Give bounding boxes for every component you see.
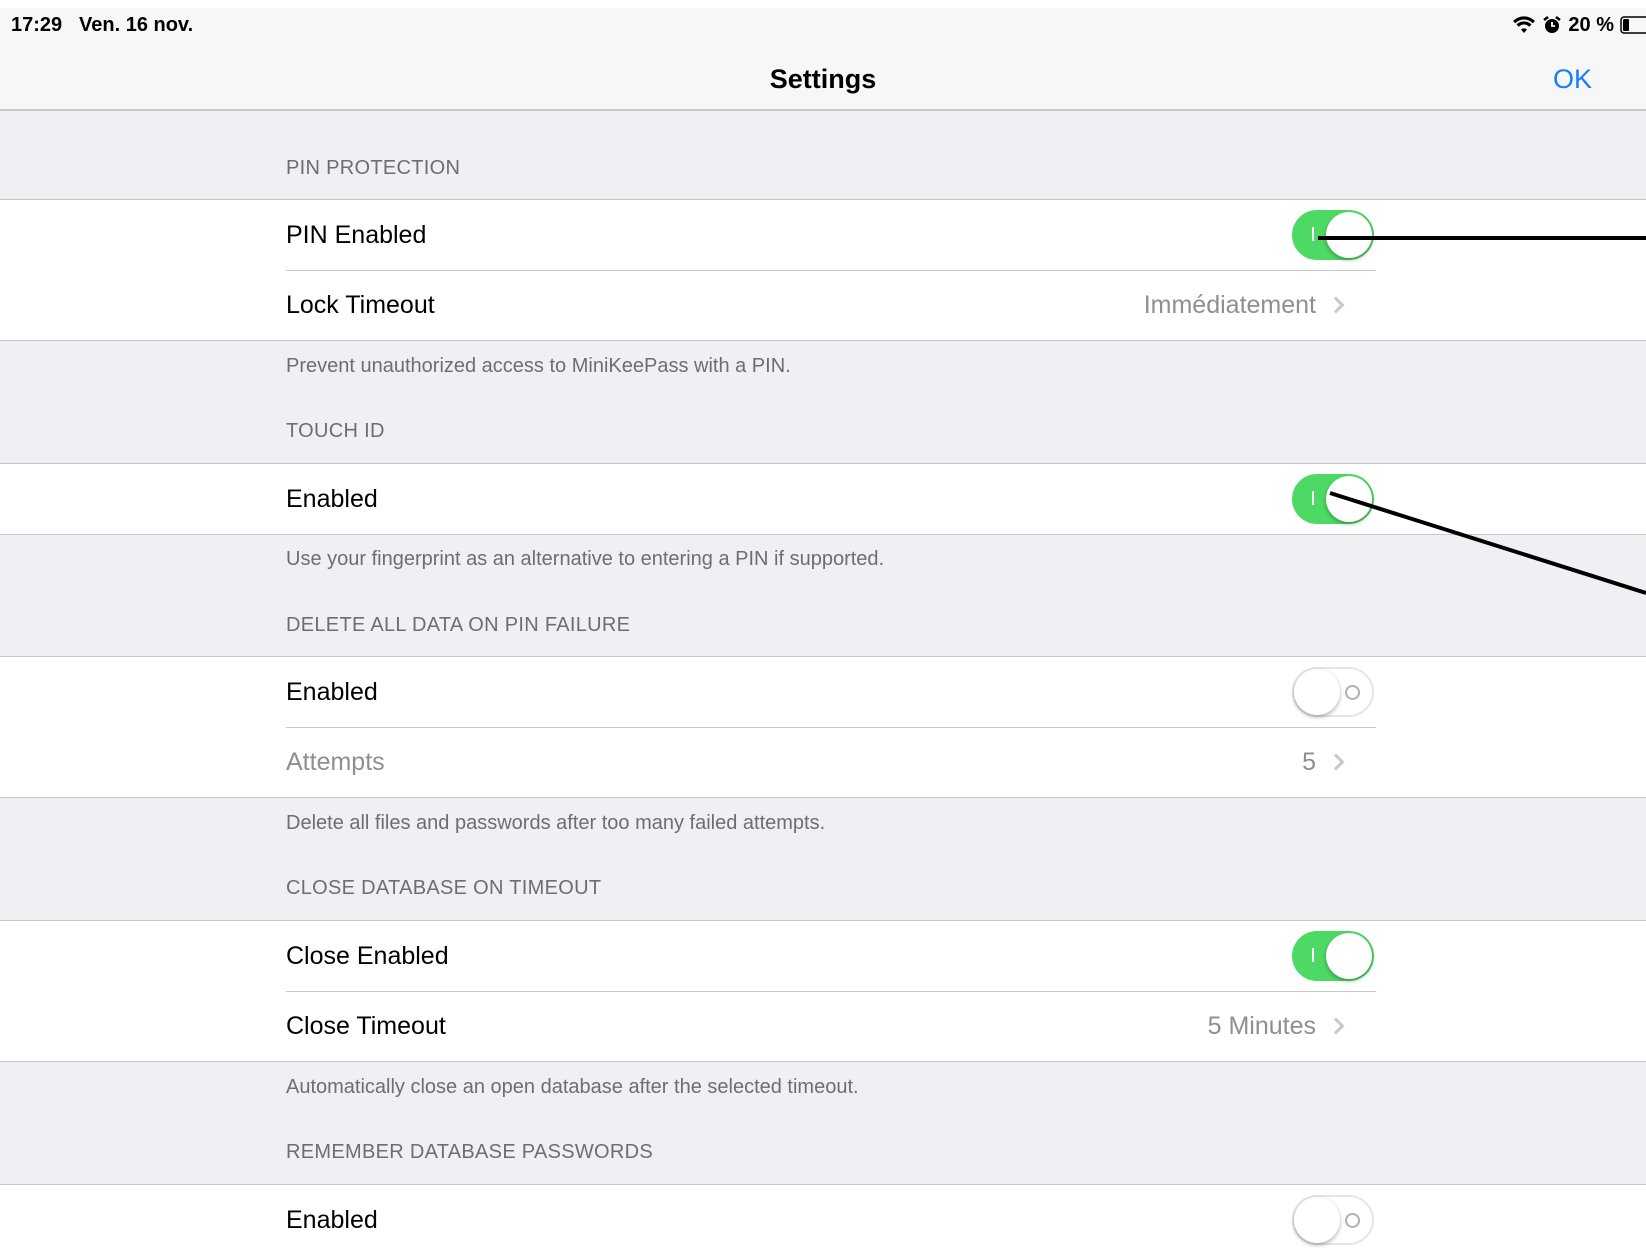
annotation-lines (1318, 236, 1646, 595)
annotation-line (1329, 491, 1646, 595)
settings-screen: 17:29 Ven. 16 nov. 20 % Settings OK PIN … (0, 8, 1646, 1248)
